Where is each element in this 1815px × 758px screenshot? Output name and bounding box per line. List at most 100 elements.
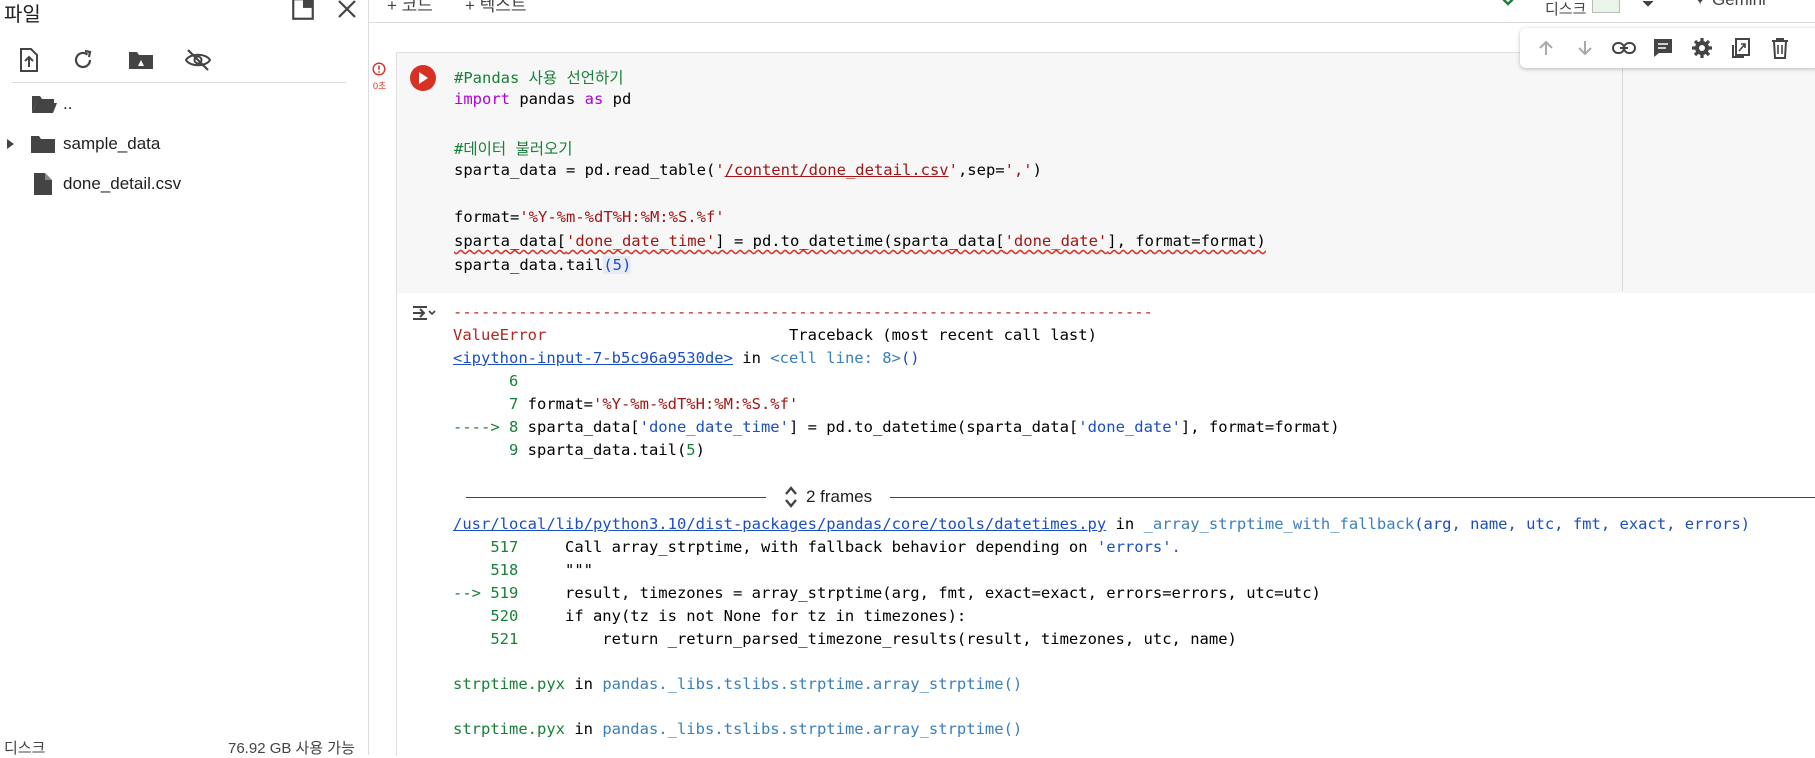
close-icon[interactable] bbox=[332, 0, 362, 24]
delete-icon[interactable] bbox=[1760, 28, 1799, 68]
line-number: 517 bbox=[453, 538, 528, 556]
expand-frames-button[interactable]: 2 frames bbox=[784, 485, 872, 509]
code-text: format= bbox=[454, 208, 520, 226]
run-cell-button[interactable] bbox=[410, 65, 436, 91]
error-arrow: ----> 8 bbox=[453, 418, 528, 436]
code-text: sparta_data = pd.read_table( bbox=[454, 161, 716, 179]
code-text: ] = pd.to_datetime(sparta_data[ bbox=[715, 232, 1005, 250]
traceback-text: sparta_data[ bbox=[527, 418, 640, 436]
error-arrow: --> 519 bbox=[453, 584, 528, 602]
frames-divider bbox=[466, 497, 766, 498]
traceback-text: if any(tz is not None for tz in timezone… bbox=[527, 607, 967, 625]
open-in-tab-icon[interactable] bbox=[288, 0, 318, 24]
code-text: ) bbox=[1032, 161, 1042, 179]
output-actions-icon[interactable] bbox=[411, 303, 437, 323]
code-comment: #데이터 불러오기 bbox=[454, 140, 573, 158]
error-type: ValueError bbox=[453, 326, 547, 344]
settings-gear-icon[interactable] bbox=[1682, 28, 1721, 68]
code-line-1: #Pandas 사용 선언하기 bbox=[454, 66, 624, 88]
traceback-text: ) bbox=[695, 441, 705, 459]
panel-title: 파일 bbox=[4, 4, 41, 26]
line-number: 7 bbox=[453, 395, 528, 413]
tree-item-label: done_detail.csv bbox=[63, 174, 182, 193]
traceback-text: ], format=format) bbox=[1180, 418, 1340, 436]
add-text-button[interactable]: + 텍스트 bbox=[465, 0, 527, 16]
code-string: '%Y-%m-%dT%H:%M:%S.%f' bbox=[519, 208, 725, 226]
traceback-text: sparta_data.tail( bbox=[527, 441, 687, 459]
hide-files-icon[interactable] bbox=[181, 43, 215, 77]
code-text: pd bbox=[603, 90, 632, 108]
mount-drive-icon[interactable] bbox=[124, 43, 158, 77]
traceback-text: 5 bbox=[686, 441, 696, 459]
dropdown-arrow-icon[interactable] bbox=[1641, 0, 1655, 14]
source-file: strptime.pyx bbox=[453, 675, 565, 693]
comment-icon[interactable] bbox=[1643, 28, 1682, 68]
code-line-5: sparta_data = pd.read_table('/content/do… bbox=[454, 161, 1042, 179]
code-line-9: sparta_data.tail(5) bbox=[454, 256, 632, 274]
error-icon bbox=[372, 62, 386, 76]
ipython-input-link[interactable]: <ipython-input-7-b5c96a9530de> bbox=[453, 349, 733, 367]
gemini-button[interactable]: ✦ Gemini bbox=[1693, 0, 1766, 10]
traceback-text: ] = pd.to_datetime(sparta_data[ bbox=[788, 418, 1079, 436]
traceback-line-520: 520 if any(tz is not None for tz in time… bbox=[453, 607, 966, 625]
function-name: pandas._libs.tslibs.strptime.array_strpt… bbox=[602, 675, 1023, 693]
cell-line-ref: <cell line: 8> bbox=[770, 349, 901, 367]
folder-icon bbox=[30, 133, 56, 155]
move-up-icon[interactable] bbox=[1526, 28, 1565, 68]
traceback-text: format= bbox=[527, 395, 593, 413]
traceback-text: () bbox=[900, 349, 920, 367]
traceback-text: in bbox=[732, 349, 771, 367]
file-icon bbox=[33, 172, 53, 196]
code-line-4: #데이터 불러오기 bbox=[454, 137, 572, 159]
tree-item-label: .. bbox=[63, 94, 73, 113]
file-path-link[interactable]: /content/done_detail.csv bbox=[725, 161, 949, 179]
traceback-line-7: 7 format='%Y-%m-%dT%H:%M:%S.%f' bbox=[453, 395, 798, 413]
code-text: pandas bbox=[510, 90, 585, 108]
upload-file-icon[interactable] bbox=[12, 43, 46, 77]
traceback-line-517: 517 Call array_strptime, with fallback b… bbox=[453, 538, 1181, 556]
traceback-text: in bbox=[1106, 515, 1144, 533]
code-string: 'done_date' bbox=[1078, 418, 1181, 436]
line-number: 518 bbox=[453, 561, 528, 579]
tree-item-sample-data[interactable]: sample_data bbox=[0, 127, 368, 161]
traceback-line-521: 521 return _return_parsed_timezone_resul… bbox=[453, 630, 1237, 648]
link-icon[interactable] bbox=[1604, 28, 1643, 68]
move-down-icon[interactable] bbox=[1565, 28, 1604, 68]
code-string: '%Y-%m-%dT%H:%M:%S.%f' bbox=[592, 395, 799, 413]
source-file: strptime.pyx bbox=[453, 720, 565, 738]
disk-usage-bar bbox=[1592, 0, 1620, 13]
resource-disk-label: 디스크 bbox=[1545, 1, 1587, 18]
code-string: 'done_date_time' bbox=[565, 232, 716, 250]
error-header: ValueError Traceback (most recent call l… bbox=[453, 326, 1097, 344]
connected-check-icon bbox=[1499, 0, 1521, 15]
refresh-icon[interactable] bbox=[66, 43, 100, 77]
cell-toolbar bbox=[1520, 28, 1815, 68]
traceback-text: in bbox=[564, 720, 603, 738]
traceback-text: return _return_parsed_timezone_results(r… bbox=[527, 630, 1237, 648]
traceback-line-518: 518 """ bbox=[453, 561, 593, 579]
source-file-link[interactable]: /usr/local/lib/python3.10/dist-packages/… bbox=[453, 515, 1106, 533]
divider bbox=[12, 82, 346, 83]
line-number: 520 bbox=[453, 607, 528, 625]
cell-gutter bbox=[397, 53, 447, 293]
code-line-8: sparta_data['done_date_time'] = pd.to_da… bbox=[454, 232, 1266, 250]
frame-header-pyx-2: strptime.pyx in pandas._libs.tslibs.strp… bbox=[453, 720, 1022, 738]
tree-item-done-detail-csv[interactable]: done_detail.csv bbox=[0, 167, 368, 201]
code-comment: #Pandas 사용 선언하기 bbox=[454, 69, 624, 87]
mirror-cell-icon[interactable] bbox=[1721, 28, 1760, 68]
traceback-text: result, timezones = array_strptime(arg, … bbox=[527, 584, 1321, 602]
traceback-line-9: 9 sparta_data.tail(5) bbox=[453, 441, 705, 459]
traceback-line-6: 6 bbox=[453, 372, 519, 390]
folder-open-icon bbox=[30, 93, 58, 115]
code-text: sparta_data[ bbox=[454, 232, 566, 250]
traceback-line-519: --> 519 result, timezones = array_strpti… bbox=[453, 584, 1321, 602]
caret-right-icon[interactable] bbox=[4, 137, 16, 151]
expand-collapse-icon bbox=[785, 486, 797, 508]
add-code-button[interactable]: + 코드 bbox=[387, 0, 433, 16]
line-length-ruler bbox=[1622, 65, 1623, 291]
code-string: 'errors'. bbox=[1096, 538, 1181, 556]
line-number: 9 bbox=[453, 441, 528, 459]
frame-header-datetimes: /usr/local/lib/python3.10/dist-packages/… bbox=[453, 515, 1750, 533]
code-text: (5) bbox=[603, 256, 632, 274]
tree-item-parent-dir[interactable]: .. bbox=[0, 87, 368, 121]
